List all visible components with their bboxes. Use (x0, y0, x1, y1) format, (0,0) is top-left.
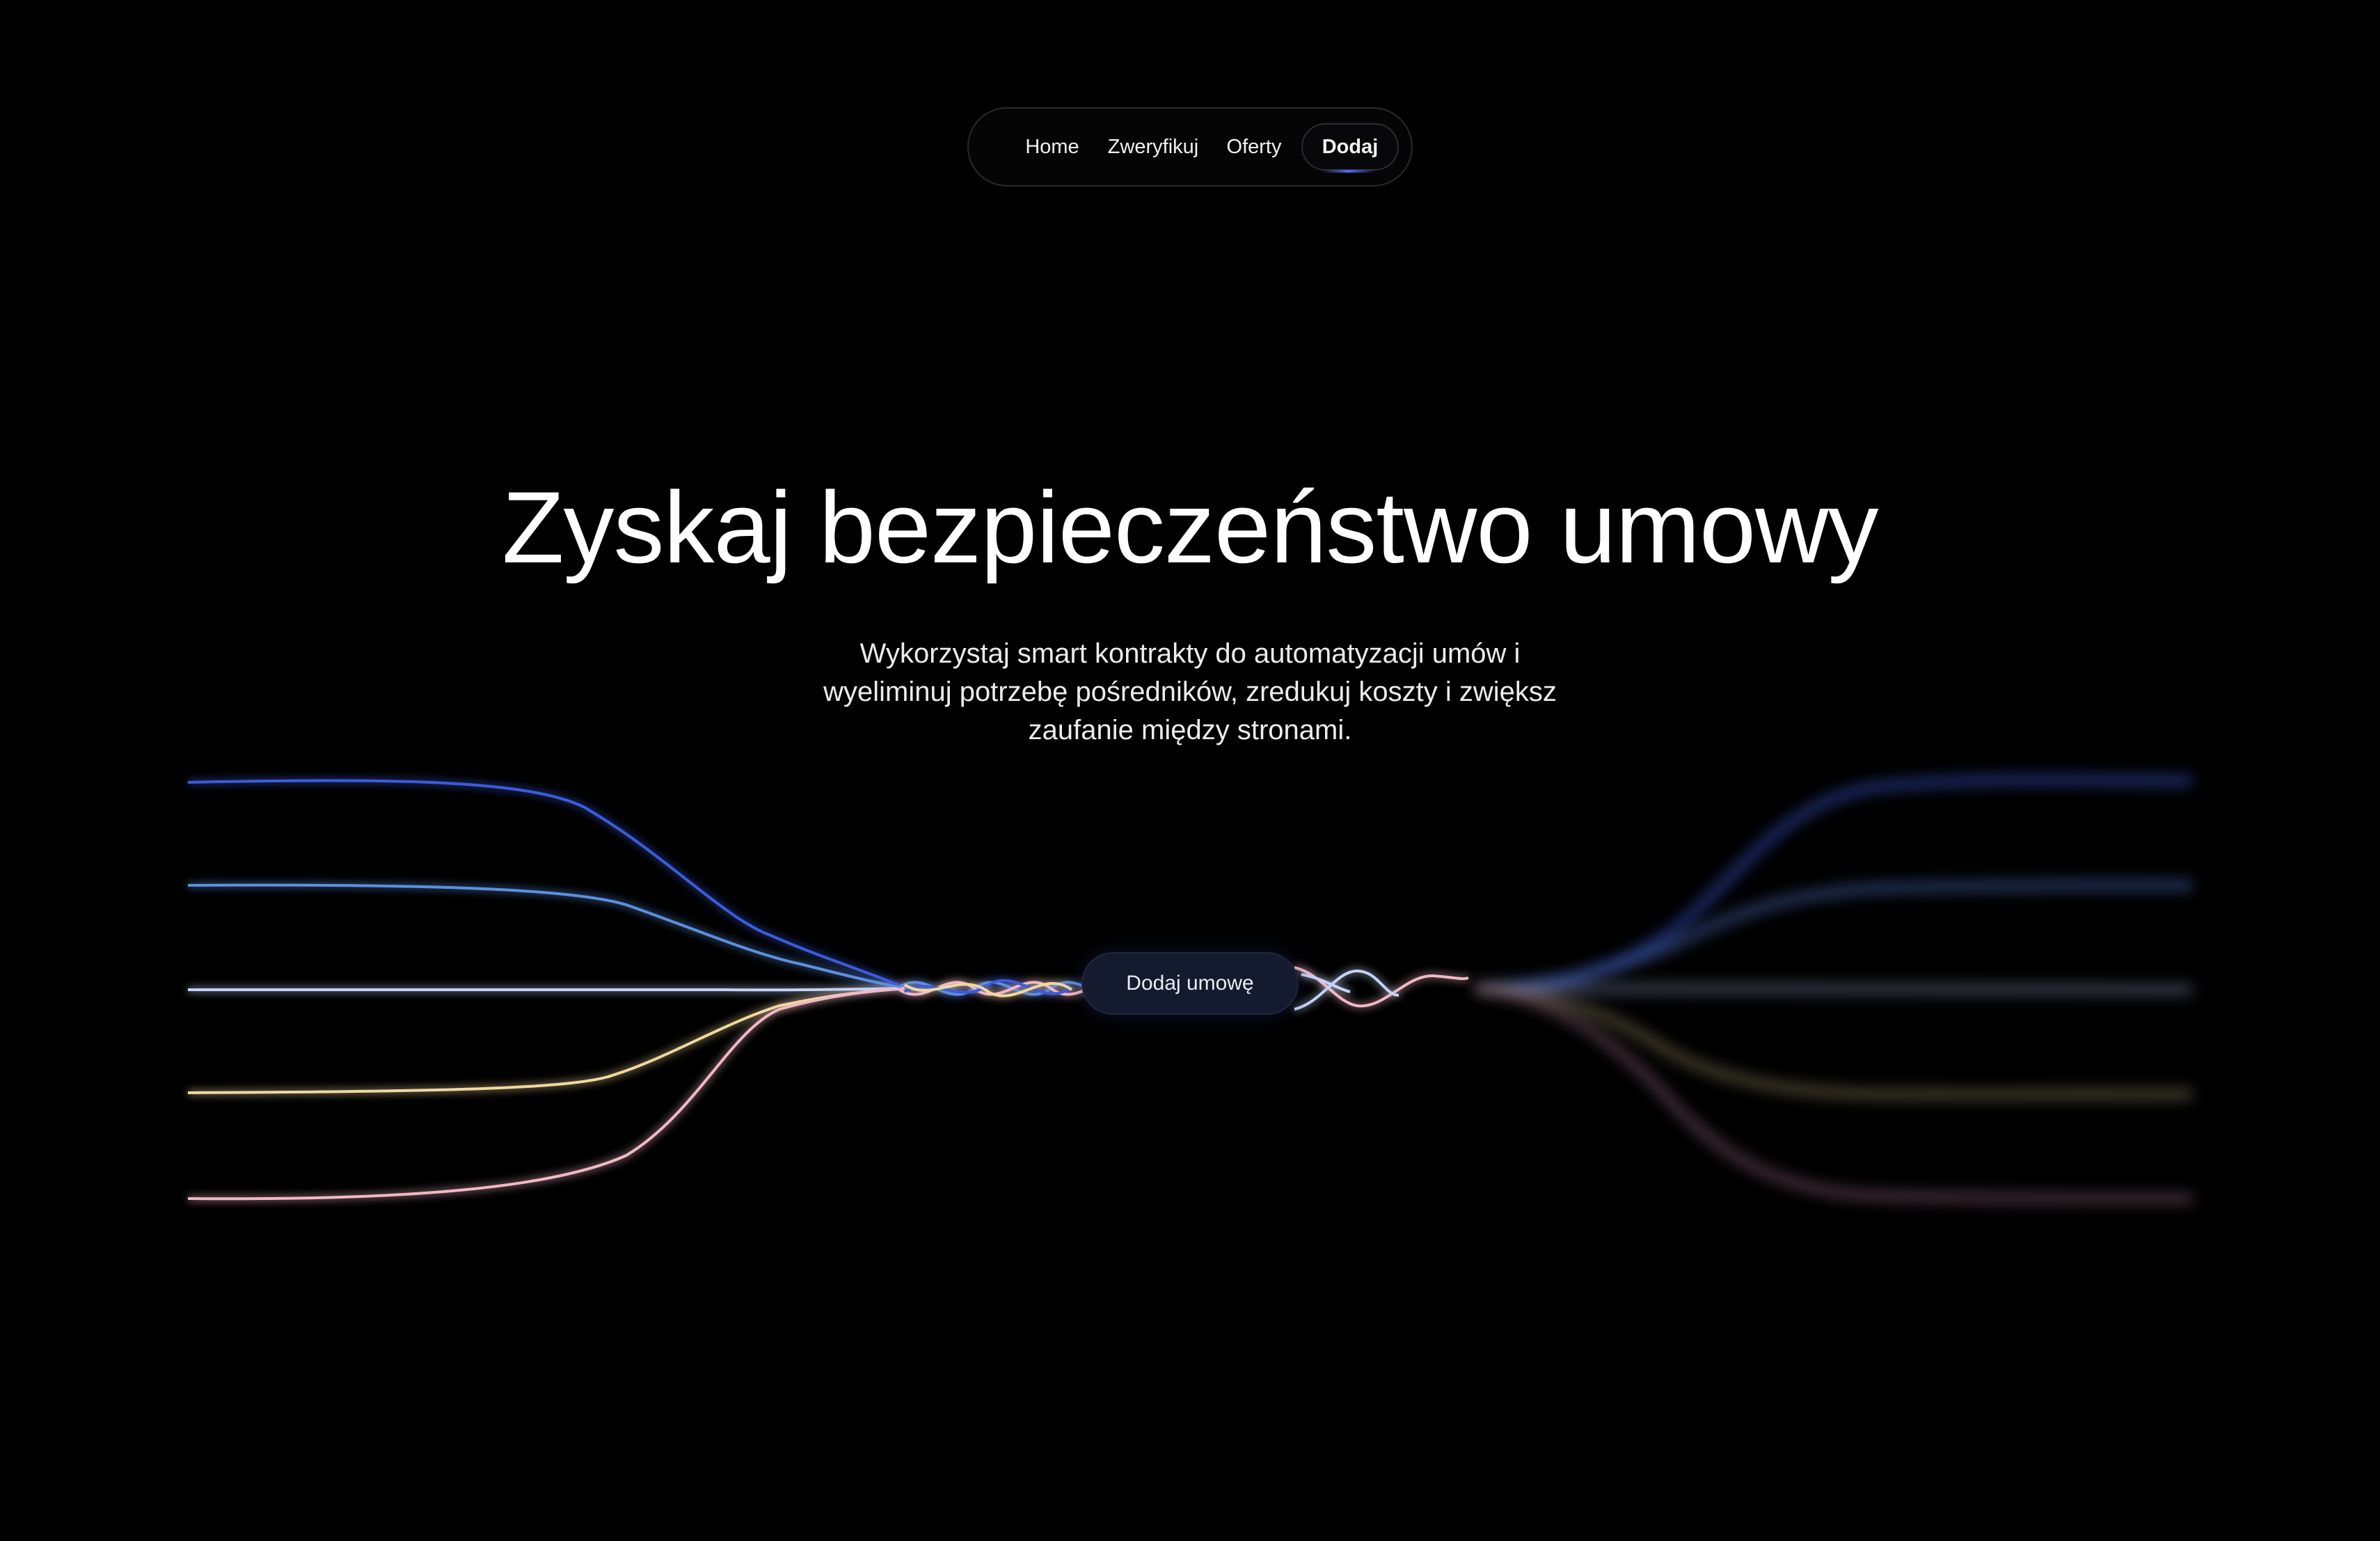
active-nav-indicator (1321, 170, 1377, 173)
top-navigation: Home Zweryfikuj Oferty Dodaj (967, 107, 1413, 187)
nav-item-zweryfikuj[interactable]: Zweryfikuj (1098, 123, 1208, 171)
hero-title: Zyskaj bezpieczeństwo umowy (502, 471, 1878, 584)
add-contract-button[interactable]: Dodaj umowę (1081, 952, 1299, 1015)
wave-lines-decoration (187, 775, 2193, 1203)
wave-line-pink (187, 987, 905, 1201)
wave-line-pale-blue (188, 987, 905, 992)
nav-item-home[interactable]: Home (1017, 123, 1087, 171)
nav-item-dodaj[interactable]: Dodaj (1301, 123, 1399, 171)
hero-subtitle: Wykorzystaj smart kontrakty do automatyz… (823, 638, 1557, 745)
nav-item-oferty[interactable]: Oferty (1216, 123, 1292, 171)
wave-line-light-blue (187, 883, 905, 990)
